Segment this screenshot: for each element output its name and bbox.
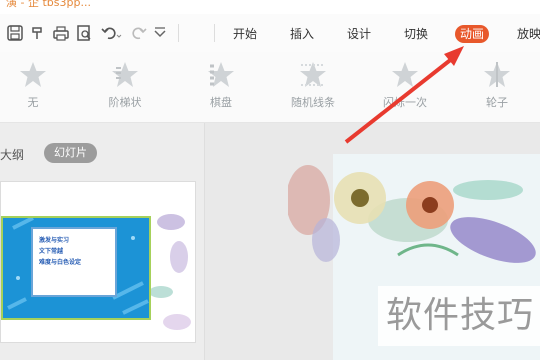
effect-label: 随机线条 <box>291 96 335 109</box>
toolbar-separator <box>214 24 215 42</box>
thumbnail-text-box: 激发与实习 文下常越 难度与白色设定 <box>31 227 117 297</box>
save-icon[interactable] <box>6 24 24 42</box>
undo-icon[interactable] <box>100 24 122 42</box>
toolbar-separator <box>178 24 179 42</box>
thumbnail-line: 激发与实习 <box>39 237 70 244</box>
slide-thumbnail[interactable]: 激发与实习 文下常越 难度与白色设定 <box>0 181 196 343</box>
watermark: 软件技巧 <box>378 286 540 346</box>
star-icon <box>20 62 46 87</box>
tab-insert[interactable]: 插入 <box>285 25 319 43</box>
checkerboard-star-icon <box>208 62 234 87</box>
tab-slides[interactable]: 幻灯片 <box>44 143 97 163</box>
thumbnail-line: 文下常越 <box>39 248 64 255</box>
effect-checkerboard[interactable]: 棋盘 <box>186 60 256 110</box>
tab-slideshow[interactable]: 放映 <box>512 25 540 43</box>
print-icon[interactable] <box>52 24 70 42</box>
effect-label: 阶梯状 <box>108 96 142 109</box>
stairs-star-icon <box>112 62 138 87</box>
floral-illustration <box>288 165 536 263</box>
tab-home[interactable]: 开始 <box>228 25 262 43</box>
effect-random-bars[interactable]: 随机线条 <box>278 60 348 110</box>
document-title: 演 - 企 tbs3pp... <box>6 0 91 9</box>
annotation-arrow <box>344 46 464 144</box>
effect-stairs[interactable]: 阶梯状 <box>90 60 160 110</box>
format-painter-icon[interactable] <box>29 24 47 42</box>
effect-label: 棋盘 <box>210 96 232 109</box>
random-bars-star-icon <box>300 62 326 87</box>
redo-icon[interactable] <box>130 24 148 42</box>
wheel-star-icon <box>484 62 510 87</box>
thumbnail-line: 难度与白色设定 <box>39 259 82 266</box>
effect-label: 无 <box>27 96 39 109</box>
tab-outline[interactable]: 大纲 <box>0 146 24 163</box>
effect-none[interactable]: 无 <box>0 60 68 110</box>
print-preview-icon[interactable] <box>75 24 93 42</box>
customize-icon[interactable] <box>153 24 167 42</box>
